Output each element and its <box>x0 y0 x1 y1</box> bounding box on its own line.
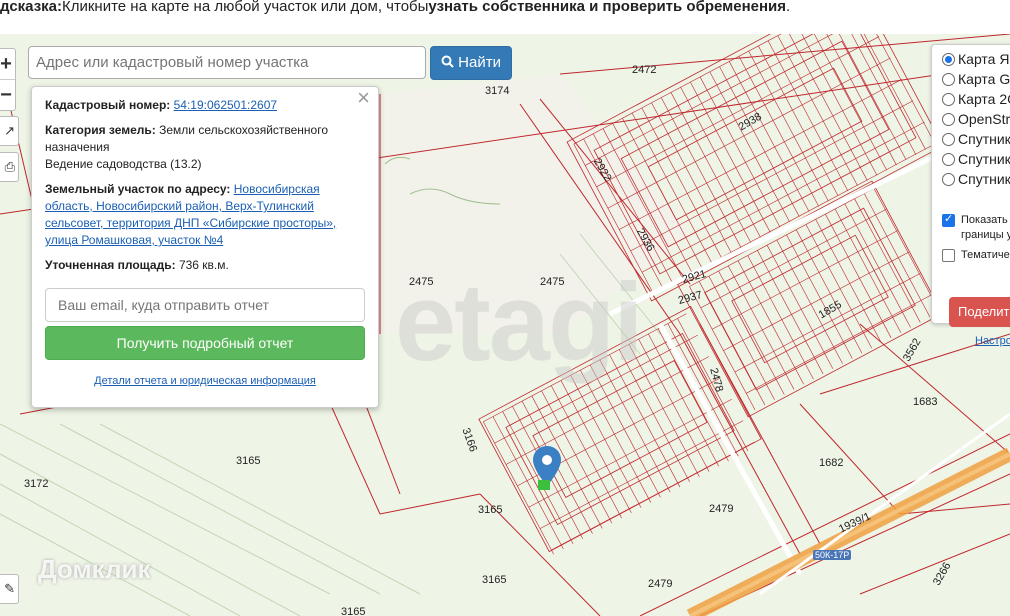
usage-text: Ведение садоводства (13.2) <box>45 157 202 171</box>
ruler-tool-icon[interactable]: ✎ <box>0 574 19 604</box>
radio-icon[interactable] <box>942 132 955 146</box>
details-link[interactable]: Детали отчета и юридическая информация <box>94 375 316 387</box>
cadastral-link[interactable]: 54:19:062501:2607 <box>174 98 277 112</box>
layer-option[interactable]: Спутник <box>942 129 1010 149</box>
cadastral-label: Кадастровый номер: <box>45 98 171 112</box>
layer-option-label: Спутник <box>958 171 1010 187</box>
layer-option-label: Карта Go <box>958 71 1010 87</box>
zoom-out-button[interactable]: − <box>0 80 15 110</box>
thematic-toggle[interactable]: Тематиче <box>942 248 1010 263</box>
parcel-number-label: 2479 <box>709 503 734 515</box>
hint-suffix: . <box>786 0 791 15</box>
parcel-number-label: 1683 <box>913 396 938 408</box>
settings-link[interactable]: Настро <box>975 335 1010 347</box>
address-label: Земельный участок по адресу: <box>45 182 231 196</box>
measure-tool-icon[interactable]: ↗ <box>0 116 19 146</box>
radio-icon[interactable] <box>942 172 955 186</box>
find-button-label: Найти <box>458 54 501 71</box>
radio-icon[interactable] <box>942 92 955 106</box>
parcel-number-label: 2479 <box>648 578 673 590</box>
hint-bar: дсказка: Кликните на карте на любой учас… <box>0 0 1010 34</box>
layer-option[interactable]: Спутник <box>942 149 1010 169</box>
layer-option-label: Спутник <box>958 131 1010 147</box>
print-tool-icon[interactable]: ⎙ <box>0 152 19 182</box>
parcel-number-label: 2475 <box>409 276 434 288</box>
layer-panel: Карта Ян Карта Go Карта 2G OpenStre Спутник С… <box>931 44 1010 347</box>
parcel-number-label: 3165 <box>236 455 261 467</box>
radio-icon[interactable] <box>942 152 955 166</box>
area-value: 736 кв.м. <box>178 258 229 272</box>
layer-option[interactable]: Карта 2G <box>942 89 1010 109</box>
parcel-number-label: 3165 <box>341 606 366 616</box>
parcel-number-label: 2475 <box>540 276 565 288</box>
layer-option-label: Карта Ян <box>958 51 1010 67</box>
area-label: Уточненная площадь: <box>45 258 176 272</box>
hint-prefix: дсказка: <box>0 0 62 15</box>
layer-option-label: OpenStre <box>958 111 1010 127</box>
hint-bold: узнать собственника и проверить обремене… <box>428 0 787 15</box>
parcel-popup: × Кадастровый номер: 54:19:062501:2607 К… <box>31 86 379 408</box>
selected-parcel <box>538 480 550 490</box>
parcel-number-label: 3172 <box>24 478 49 490</box>
search-input[interactable] <box>28 46 426 79</box>
layer-option-label: Спутник <box>958 151 1010 167</box>
report-button[interactable]: Получить подробный отчет <box>45 326 365 360</box>
checkbox-icon[interactable] <box>942 249 955 262</box>
radio-icon[interactable] <box>942 112 955 126</box>
road-badge: 50К-17Р <box>813 550 852 560</box>
parcel-number-label: 1682 <box>819 457 844 469</box>
layer-option[interactable]: Карта Ян <box>942 49 1010 69</box>
parcel-number-label: 3165 <box>478 504 503 516</box>
email-field[interactable] <box>45 288 365 322</box>
search-icon <box>441 55 454 68</box>
layer-option-label: Карта 2G <box>958 91 1010 107</box>
zoom-control: + − <box>0 48 16 111</box>
checkbox-icon[interactable] <box>942 212 955 227</box>
share-button[interactable]: Поделить <box>949 297 1010 327</box>
layer-option[interactable]: OpenStre <box>942 109 1010 129</box>
zoom-in-button[interactable]: + <box>0 49 15 80</box>
show-borders-line2: границы у <box>961 229 1010 241</box>
radio-icon[interactable] <box>942 52 955 66</box>
show-borders-toggle[interactable]: Показать границы у <box>942 212 1010 243</box>
layer-option[interactable]: Спутник <box>942 169 1010 189</box>
find-button[interactable]: Найти <box>430 46 512 80</box>
radio-icon[interactable] <box>942 72 955 86</box>
cadastral-map[interactable]: etagi Домклик 2472 3174 2938 2922 2936 2921 29… <box>0 34 1010 616</box>
parcel-number-label: 3165 <box>482 574 507 586</box>
thematic-label: Тематиче <box>961 249 1010 261</box>
domclick-logo: Домклик <box>38 554 151 584</box>
hint-text: Кликните на карте на любой участок или д… <box>62 0 429 15</box>
parcel-number-label: 2472 <box>632 64 657 76</box>
show-borders-line1: Показать <box>961 214 1008 226</box>
layer-option[interactable]: Карта Go <box>942 69 1010 89</box>
close-icon[interactable]: × <box>357 87 370 109</box>
parcel-number-label: 3174 <box>485 85 510 97</box>
category-label: Категория земель: <box>45 123 156 137</box>
